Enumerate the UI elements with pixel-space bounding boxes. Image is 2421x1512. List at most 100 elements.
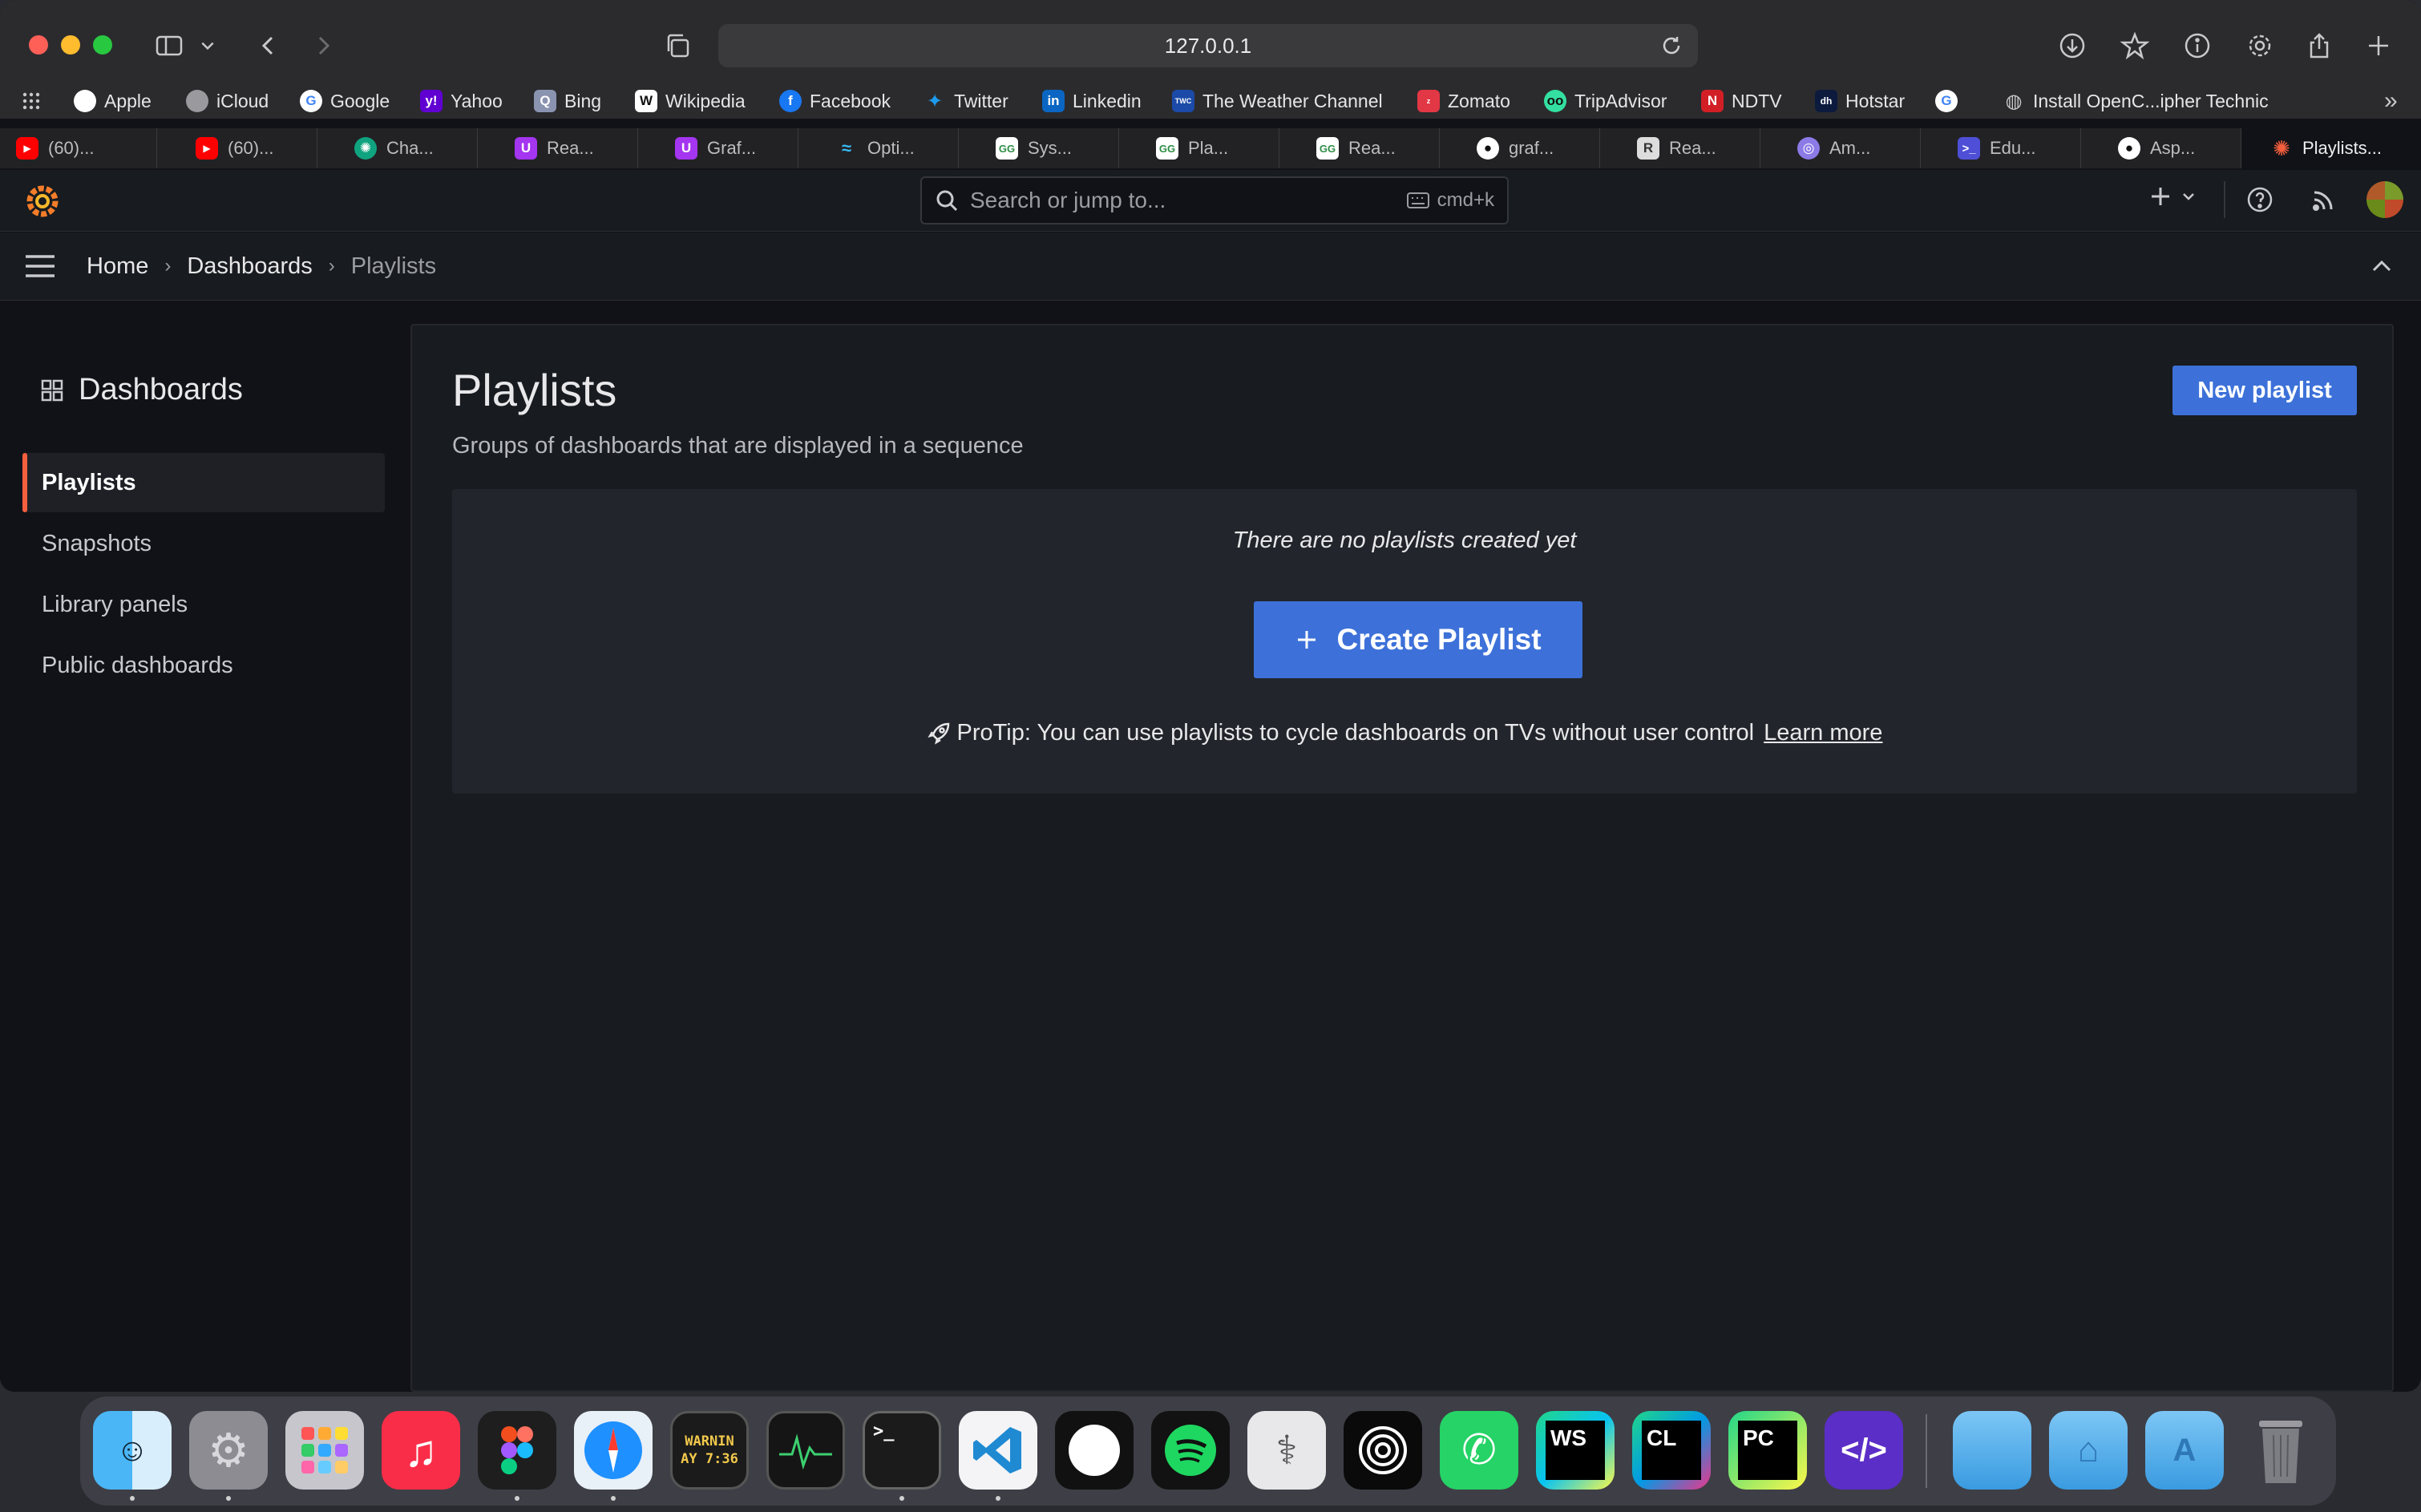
grafana-logo-icon[interactable] <box>24 183 61 220</box>
bookmark-bing[interactable]: Q Bing <box>534 87 601 115</box>
browser-tab[interactable]: ✺ Cha... <box>317 128 478 168</box>
apps-grid-icon[interactable] <box>21 87 42 115</box>
sidebar-item-snapshots[interactable]: Snapshots <box>22 514 385 573</box>
browser-tab[interactable]: R Rea... <box>1600 128 1760 168</box>
create-playlist-label: Create Playlist <box>1336 623 1542 656</box>
zomato-icon: z <box>1417 90 1440 112</box>
share-icon[interactable] <box>2301 27 2338 64</box>
sidebar-item-playlists[interactable]: Playlists <box>22 453 385 512</box>
launchpad-icon[interactable] <box>285 1411 364 1490</box>
disk-utility-icon[interactable]: ⚕ <box>1247 1411 1326 1490</box>
bookmark-icloud[interactable]: iCloud <box>186 87 269 115</box>
console-icon[interactable]: WARNIN AY 7:36 <box>670 1411 749 1490</box>
protip: ProTip: You can use playlists to cycle d… <box>452 720 2357 746</box>
search-input[interactable]: Search or jump to... cmd+k <box>920 176 1509 224</box>
learn-more-link[interactable]: Learn more <box>1764 720 1882 746</box>
sidebar-item-library-panels[interactable]: Library panels <box>22 575 385 634</box>
bookmark-apple[interactable]: Apple <box>74 87 152 115</box>
bookmark-google-2[interactable]: G <box>1935 87 1958 115</box>
home-folder-icon[interactable]: ⌂ <box>2049 1411 2128 1490</box>
settings-gear-icon[interactable] <box>2241 27 2278 64</box>
activity-monitor-icon[interactable] <box>766 1411 845 1490</box>
bookmark-ndtv[interactable]: N NDTV <box>1701 87 1782 115</box>
sidebar-toggle-icon[interactable] <box>151 27 188 64</box>
bookmark-wikipedia[interactable]: W Wikipedia <box>635 87 746 115</box>
help-icon[interactable] <box>2246 186 2273 213</box>
bookmark-weather-channel[interactable]: TWC The Weather Channel <box>1172 87 1383 115</box>
new-tab-icon[interactable] <box>2360 27 2397 64</box>
safari-icon[interactable] <box>574 1411 653 1490</box>
code-editor-icon[interactable]: </> <box>1825 1411 1903 1490</box>
hamburger-menu-icon[interactable] <box>24 253 56 279</box>
folder-icon[interactable] <box>1953 1411 2031 1490</box>
user-avatar[interactable] <box>2366 181 2403 218</box>
screen-recorder-icon[interactable] <box>1344 1411 1422 1490</box>
minimize-window-button[interactable] <box>61 35 80 55</box>
clion-icon[interactable]: CL <box>1632 1411 1711 1490</box>
terminal-icon[interactable]: >_ <box>863 1411 941 1490</box>
reload-icon[interactable] <box>1659 34 1683 58</box>
whatsapp-icon[interactable]: ✆ <box>1440 1411 1518 1490</box>
pycharm-icon[interactable]: PC <box>1728 1411 1807 1490</box>
downloads-icon[interactable] <box>2054 27 2091 64</box>
browser-tab[interactable]: ▶ (60)... <box>157 128 317 168</box>
breadcrumb-dashboards[interactable]: Dashboards <box>187 253 312 280</box>
bookmark-hotstar[interactable]: dh Hotstar <box>1815 87 1905 115</box>
bookmark-zomato[interactable]: z Zomato <box>1417 87 1510 115</box>
forward-icon[interactable] <box>305 27 342 64</box>
applications-folder-icon[interactable]: A <box>2145 1411 2224 1490</box>
rss-news-icon[interactable] <box>2310 188 2336 213</box>
close-window-button[interactable] <box>29 35 48 55</box>
browser-tab[interactable]: ◎ Am... <box>1760 128 1921 168</box>
system-settings-icon[interactable]: ⚙ <box>189 1411 268 1490</box>
info-icon[interactable] <box>2179 27 2216 64</box>
sidebar-item-public-dashboards[interactable]: Public dashboards <box>22 636 385 695</box>
finder-icon[interactable]: ☺ <box>93 1411 172 1490</box>
bookmark-facebook[interactable]: f Facebook <box>779 87 891 115</box>
github-desktop-icon[interactable] <box>1055 1411 1134 1490</box>
bookmark-tripadvisor[interactable]: oo TripAdvisor <box>1544 87 1667 115</box>
vscode-icon[interactable] <box>959 1411 1037 1490</box>
chevron-up-icon[interactable] <box>2370 257 2394 276</box>
music-icon[interactable]: ♫ <box>382 1411 460 1490</box>
back-icon[interactable] <box>250 27 287 64</box>
twitter-icon: ✦ <box>926 90 944 112</box>
add-menu-button[interactable] <box>2148 184 2197 208</box>
figma-icon[interactable] <box>478 1411 556 1490</box>
tab-overview-icon[interactable] <box>659 27 696 64</box>
bookmark-yahoo[interactable]: y! Yahoo <box>420 87 503 115</box>
create-playlist-button[interactable]: Create Playlist <box>1254 601 1582 678</box>
chevron-double-right-icon[interactable]: » <box>2384 87 2398 115</box>
browser-tab[interactable]: GG Rea... <box>1279 128 1440 168</box>
browser-tab[interactable]: ● Asp... <box>2081 128 2241 168</box>
spotify-icon[interactable] <box>1151 1411 1230 1490</box>
breadcrumb-home[interactable]: Home <box>87 253 148 280</box>
address-bar[interactable]: 127.0.0.1 <box>718 24 1698 67</box>
browser-tab[interactable]: ● graf... <box>1440 128 1600 168</box>
browser-tab[interactable]: GG Pla... <box>1119 128 1279 168</box>
am-icon: ◎ <box>1797 137 1820 160</box>
browser-tab[interactable]: U Rea... <box>478 128 638 168</box>
browser-tab[interactable]: >_ Edu... <box>1921 128 2081 168</box>
trash-icon[interactable] <box>2241 1411 2320 1490</box>
tab-label: Playlists... <box>2302 138 2383 158</box>
chevron-down-icon[interactable] <box>196 27 220 64</box>
github-icon: ● <box>1477 137 1499 160</box>
new-playlist-button[interactable]: New playlist <box>2172 366 2357 415</box>
bookmark-install-openc[interactable]: ◍ Install OpenC...ipher Technic <box>2003 87 2269 115</box>
browser-tab-active[interactable]: ✺ Playlists... <box>2241 128 2421 168</box>
browser-tab[interactable]: U Graf... <box>638 128 798 168</box>
browser-tab[interactable]: ≈ Opti... <box>798 128 959 168</box>
browser-tab[interactable]: GG Sys... <box>959 128 1119 168</box>
bookmark-google[interactable]: G Google <box>300 87 390 115</box>
bookmark-twitter[interactable]: ✦ Twitter <box>924 87 1008 115</box>
webstorm-icon[interactable]: WS <box>1536 1411 1615 1490</box>
tab-label: Am... <box>1829 138 1871 158</box>
running-indicator <box>226 1496 231 1501</box>
zoom-window-button[interactable] <box>93 35 112 55</box>
browser-tab[interactable]: ▶ (60)... <box>0 128 157 168</box>
bookmark-star-icon[interactable] <box>2116 27 2153 64</box>
bookmark-linkedin[interactable]: in Linkedin <box>1042 87 1142 115</box>
url-text: 127.0.0.1 <box>1164 33 1252 58</box>
sidebar-item-label: Snapshots <box>42 530 152 556</box>
